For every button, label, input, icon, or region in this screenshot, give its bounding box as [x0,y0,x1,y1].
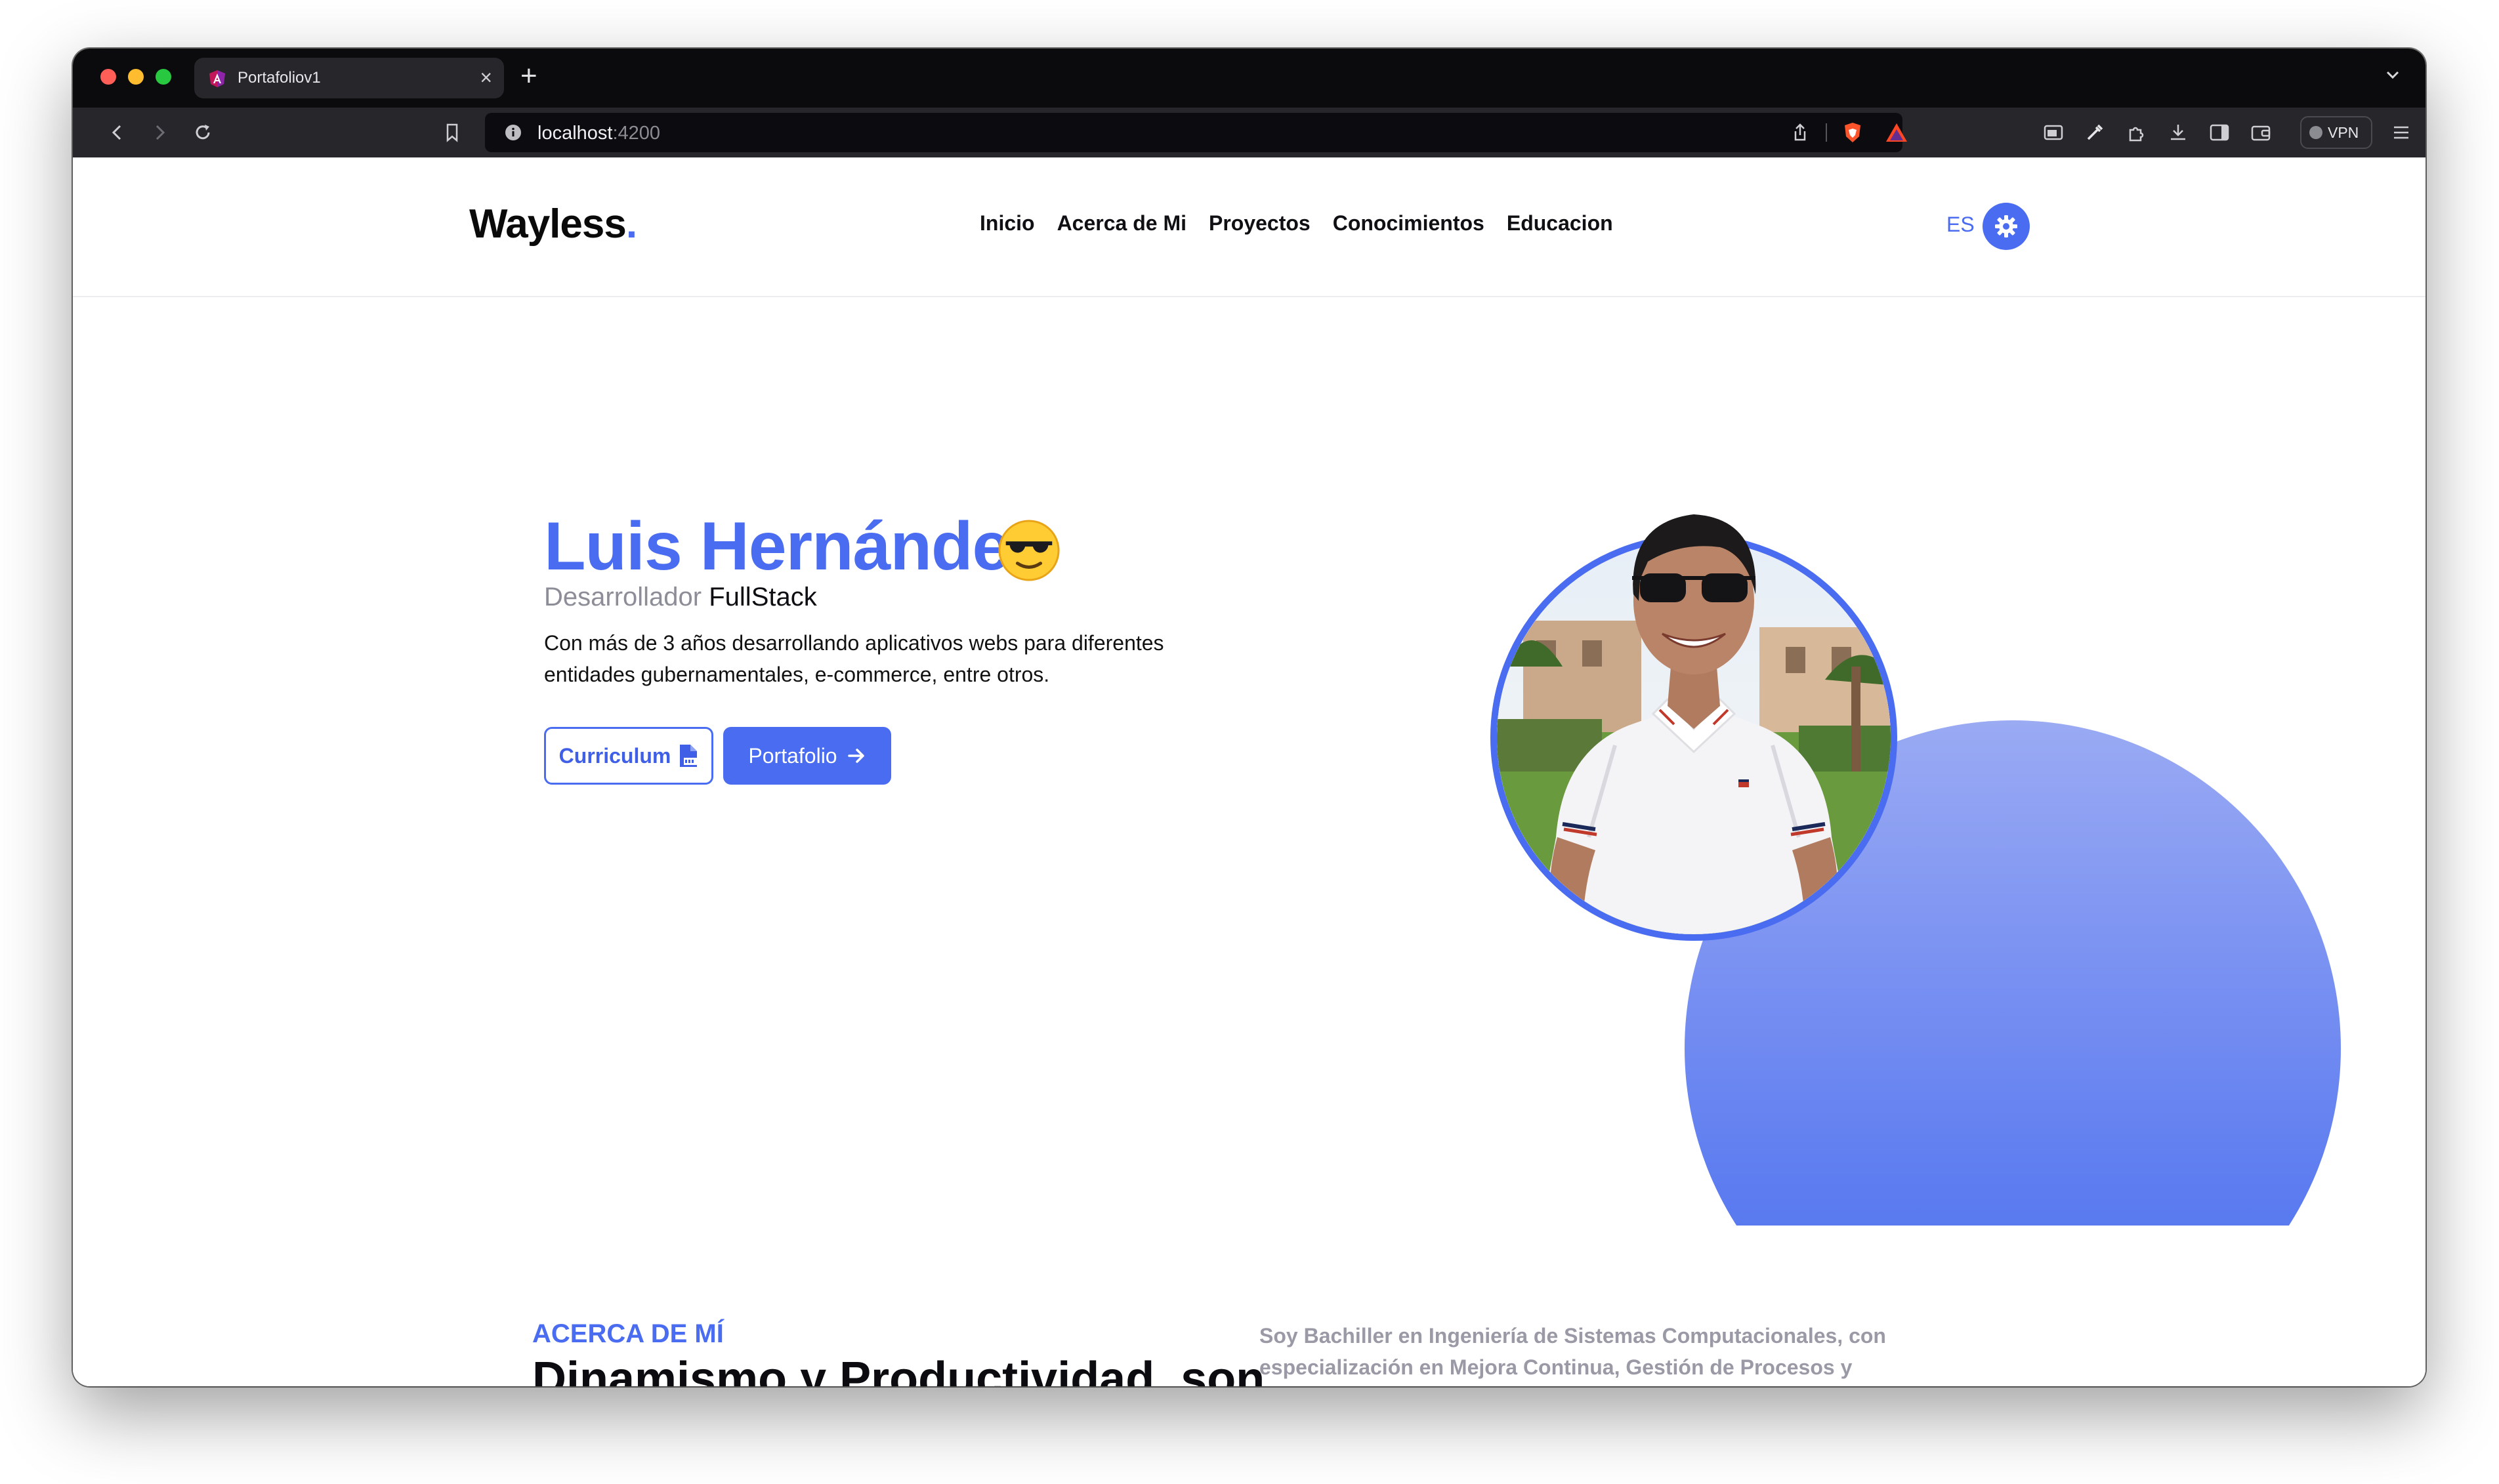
picture-in-picture-icon[interactable] [2042,121,2065,144]
gear-icon [1995,215,2017,237]
sunglasses-emoji-icon [998,520,1060,581]
angular-favicon-icon [209,70,225,87]
bookmark-icon[interactable] [440,121,464,144]
about-text: Soy Bachiller en Ingeniería de Sistemas … [1259,1324,1886,1379]
tab-close-icon[interactable]: × [480,66,492,90]
address-bar[interactable]: localhost:4200 [485,113,1907,152]
close-window-button[interactable] [100,69,116,85]
vpn-button[interactable]: VPN [2300,116,2372,149]
new-tab-button[interactable]: + [520,56,537,96]
site-info-icon[interactable] [505,124,522,141]
site-header: Wayless. Inicio Acerca de Mi Proyectos C… [73,157,2426,297]
nav-item-acerca[interactable]: Acerca de Mi [1057,211,1186,236]
portfolio-label: Portafolio [748,743,837,768]
nav-item-educacion[interactable]: Educacion [1507,211,1613,236]
vpn-status-icon [2309,126,2322,139]
curriculum-label: Curriculum [558,743,671,768]
back-icon[interactable] [106,121,129,144]
brave-rewards-icon[interactable] [1885,121,1908,144]
logo-text: Wayless [469,201,627,247]
pdf-file-icon [680,745,698,767]
profile-photo [1490,514,1897,941]
logo-dot: . [625,201,637,247]
wallet-icon[interactable] [2249,121,2273,144]
curriculum-button[interactable]: Curriculum [544,727,713,785]
about-kicker: ACERCA DE MÍ [532,1319,724,1348]
hero-name: Luis Hernández [544,508,1043,585]
language-toggle[interactable]: ES [1946,213,1975,237]
browser-window: Portafoliov1 × + localhost:4200 VPN Wayl… [73,49,2426,1386]
nav-item-conocimientos[interactable]: Conocimientos [1333,211,1484,236]
minimize-window-button[interactable] [128,69,144,85]
reload-icon[interactable] [191,121,215,144]
arrow-right-icon [847,749,864,763]
nav-item-inicio[interactable]: Inicio [980,211,1035,236]
url-host: localhost [537,123,613,144]
hero-description: Con más de 3 años desarrollando aplicati… [544,631,1164,686]
vpn-label: VPN [2328,124,2359,141]
download-icon[interactable] [2166,121,2190,144]
url-port: :4200 [612,123,661,144]
sidebar-icon[interactable] [2208,121,2231,144]
address-bar-divider [1826,123,1827,142]
web-page: Wayless. Inicio Acerca de Mi Proyectos C… [73,157,2426,1386]
about-title: Dinamismo y Productividad, son lo que me… [532,1353,1265,1386]
theme-toggle-button[interactable] [1983,203,2030,250]
brave-shield-icon[interactable] [1841,121,1864,144]
tab-strip: Portafoliov1 × + [73,49,2426,108]
forward-icon[interactable] [148,121,171,144]
extensions-icon[interactable] [2125,121,2149,144]
tab-title: Portafoliov1 [238,69,321,87]
portfolio-button[interactable]: Portafolio [723,727,891,785]
role-main: FullStack [709,583,817,611]
menu-icon[interactable] [2389,121,2413,144]
hero-role: Desarrollador FullStack [544,583,817,612]
tab-list-chevron-down-icon[interactable] [2380,62,2406,88]
browser-toolbar: localhost:4200 VPN [73,108,2426,157]
site-logo[interactable]: Wayless. [469,201,637,247]
zoom-window-button[interactable] [156,69,171,85]
role-prefix: Desarrollador [544,583,702,611]
url-text: localhost:4200 [537,123,660,144]
main-nav: Inicio Acerca de Mi Proyectos Conocimien… [980,211,1613,236]
color-picker-icon[interactable] [2083,121,2107,144]
nav-item-proyectos[interactable]: Proyectos [1209,211,1311,236]
share-icon[interactable] [1790,122,1811,143]
browser-tab[interactable]: Portafoliov1 × [194,58,504,98]
